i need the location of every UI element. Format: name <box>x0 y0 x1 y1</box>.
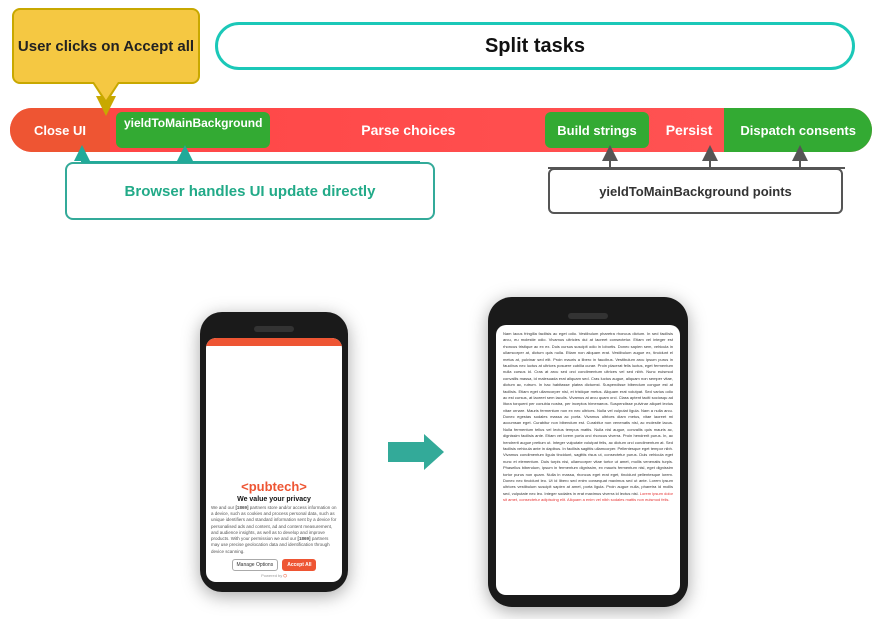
consent-top-bar <box>206 338 342 346</box>
close-ui-segment: Close UI <box>10 108 110 152</box>
phone-2-outer: Nam lacus fringilla facilisis ac eget od… <box>488 297 688 607</box>
persist-segment: Persist <box>654 108 725 152</box>
yield-main-box: yieldToMainBackground <box>116 112 270 148</box>
yield-points-label: yieldToMainBackground points <box>599 184 792 199</box>
phone-1-frame: <pubtech> We value your privacy We and o… <box>200 312 348 592</box>
yield-points-box: yieldToMainBackground points <box>548 168 843 214</box>
split-tasks-pill: Split tasks <box>215 22 855 70</box>
split-tasks-label: Split tasks <box>485 35 585 58</box>
browser-handles-label: Browser handles UI update directly <box>125 183 376 200</box>
browser-handles-box: Browser handles UI update directly <box>65 162 435 220</box>
article-text: Nam lacus fringilla facilisis ac eget od… <box>503 331 673 504</box>
user-clicks-label: User clicks on Accept all <box>18 38 194 55</box>
manage-options-button[interactable]: Manage Options <box>232 559 279 571</box>
article-screen: Nam lacus fringilla facilisis ac eget od… <box>496 325 680 595</box>
phone-2-frame: Nam lacus fringilla facilisis ac eget od… <box>488 297 688 607</box>
diagram-area: User clicks on Accept all Split tasks Cl… <box>0 0 888 280</box>
phone-1-outer: <pubtech> We value your privacy We and o… <box>200 312 348 592</box>
pipeline-bar: Close UI yieldToMainBackground Parse cho… <box>10 108 872 152</box>
phones-area: <pubtech> We value your privacy We and o… <box>0 285 888 619</box>
consent-title: We value your privacy <box>211 496 337 503</box>
consent-text: We and our [1869] partners store and/or … <box>211 505 337 555</box>
phone-arrow <box>388 430 448 474</box>
phone-1-notch <box>254 326 294 332</box>
powered-by: Powered by ⬡ <box>211 573 337 578</box>
user-clicks-box: User clicks on Accept all <box>12 8 200 84</box>
phone-1-screen: <pubtech> We value your privacy We and o… <box>206 338 342 582</box>
build-strings-box: Build strings <box>545 112 648 148</box>
build-strings-wrapper: Build strings <box>540 108 653 152</box>
parse-choices-segment: Parse choices <box>276 108 540 152</box>
consent-logo: <pubtech> <box>211 479 337 494</box>
yield-main-segment: yieldToMainBackground <box>110 108 276 152</box>
consent-buttons: Manage Options Accept All <box>211 559 337 571</box>
accept-all-button[interactable]: Accept All <box>282 559 316 571</box>
dispatch-consents-box: Dispatch consents <box>724 108 872 152</box>
phone-2-notch <box>568 313 608 319</box>
